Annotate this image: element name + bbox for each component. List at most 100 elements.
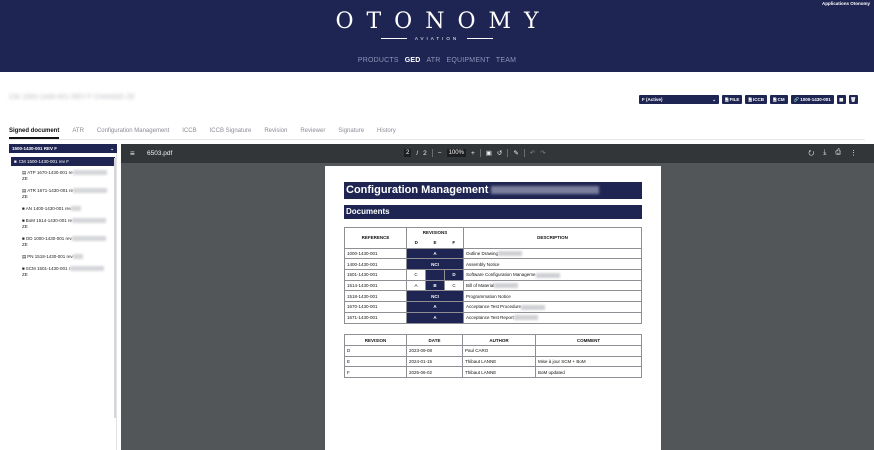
tab-history[interactable]: History	[377, 128, 396, 139]
divider	[507, 149, 509, 157]
redacted-text	[72, 218, 106, 224]
zoom-in-icon[interactable]: +	[471, 150, 475, 157]
col-author: AUTHOR	[462, 334, 536, 346]
redacted-text	[72, 188, 107, 194]
trash-icon: 🗑	[850, 96, 857, 102]
tree-item[interactable]: ■AN 1400-1430-001 rev	[22, 206, 116, 214]
table-row: 1000-1430-001 A Outline Drawing	[344, 247, 642, 260]
linked-reference-button[interactable]: 🔗 1000-1430-001	[790, 95, 834, 104]
menu-icon[interactable]: ≡	[130, 149, 135, 158]
revision-status-select[interactable]: F (Active) ⌄	[639, 95, 719, 104]
redacted-text	[72, 254, 83, 260]
nav-products[interactable]: PRODUCTS	[358, 57, 399, 64]
document-toolbar: F (Active) ⌄ 🗎 FILE 🗎 ICCB 🗎 CM 🔗 1000-1…	[639, 95, 858, 104]
iccb-button[interactable]: 🗎 ICCB	[745, 95, 767, 104]
pdf-page: Configuration Management Documents REFER…	[325, 166, 661, 450]
pdf-section-band: Documents	[344, 205, 642, 219]
document-tabs: Signed document ATR Configuration Manage…	[9, 128, 396, 139]
tab-atr[interactable]: ATR	[72, 128, 84, 139]
redacted-text	[520, 304, 545, 310]
logo-subtitle: AVIATION	[414, 36, 460, 41]
rev-letter: D	[406, 237, 426, 249]
print-icon[interactable]: ⎙	[835, 149, 841, 160]
status-value: F (Active)	[642, 97, 663, 102]
brand-logo[interactable]: OTONOMY AVIATION	[0, 10, 874, 42]
tab-configuration-management[interactable]: Configuration Management	[97, 128, 169, 139]
file-icon: 🗎	[725, 96, 729, 102]
table-row: F 2025-06-02 Thibaut LANNE BoM updated	[344, 366, 642, 379]
table-row: 1514-1430-001 A B C Bill of Material	[344, 279, 642, 292]
share-icon[interactable]: ⭮	[808, 149, 814, 160]
delete-button[interactable]: 🗑	[848, 95, 858, 104]
zoom-out-icon[interactable]: −	[438, 150, 442, 157]
tree-item[interactable]: ▤PN 1518-1430-001 rev	[22, 254, 116, 262]
logo-rule-right	[467, 38, 494, 40]
page-title: CM 1500-1430-001 REV F CHANGE-ZE	[9, 94, 136, 101]
page-total: 2	[423, 149, 427, 157]
rotate-icon[interactable]: ↺	[497, 149, 502, 157]
nav-ged[interactable]: GED	[405, 57, 421, 64]
tree-item[interactable]: ■BoM 1514-1430-001 re ZE	[22, 218, 116, 232]
tree-item[interactable]: ▤ATP 1670-1430-001 re ZE	[22, 170, 116, 184]
document-tree: 1500-1430-001 REV F ⌄ ■ CM 1500-1430-001…	[9, 144, 117, 450]
tab-signed-document[interactable]: Signed document	[9, 128, 60, 139]
redacted-text	[535, 272, 560, 278]
table-row: E 2024-01-15 Thibaut LANNE Mise à jour S…	[344, 355, 642, 368]
download-icon[interactable]: ⤓	[823, 149, 826, 160]
file-icon: ▤	[22, 254, 27, 259]
more-options-icon[interactable]: ⋮	[850, 149, 857, 160]
folder-icon: ■	[22, 206, 25, 211]
redacted-text	[72, 170, 107, 176]
nav-team[interactable]: TEAM	[496, 57, 516, 64]
col-description: DESCRIPTION	[463, 227, 642, 249]
fit-page-icon[interactable]: ▣	[486, 149, 492, 157]
page-number-input[interactable]: 2	[404, 149, 412, 157]
grid-icon: ▦	[839, 96, 844, 102]
pdf-filename: 6503.pdf	[147, 150, 173, 157]
file-icon: 🗎	[748, 96, 752, 102]
tabs-divider	[9, 139, 865, 140]
table-row: 1671-1430-001 A Acceptance Test Report	[344, 311, 642, 324]
table-row: 1670-1430-001 A Acceptance Test Procedur…	[344, 301, 642, 313]
tree-root-select[interactable]: 1500-1430-001 REV F ⌄	[9, 144, 117, 153]
divider	[479, 149, 481, 157]
revisions-table: REFERENCE REVISIONS DESCRIPTION D E F 10…	[344, 227, 642, 324]
annotate-icon[interactable]: ✎	[513, 149, 518, 157]
col-revision: REVISION	[344, 334, 407, 346]
file-button[interactable]: 🗎 FILE	[722, 95, 743, 104]
undo-icon[interactable]: ↶	[530, 149, 535, 157]
page-separator: /	[416, 149, 419, 157]
pdf-title: Configuration Management	[346, 184, 489, 196]
redacted-text	[491, 186, 600, 195]
cm-button[interactable]: 🗎 CM	[770, 95, 788, 104]
tab-iccb[interactable]: ICCB	[182, 128, 196, 139]
redacted-text	[494, 283, 519, 289]
grid-view-button[interactable]: ▦	[836, 95, 846, 104]
table-row: 1518-1430-001 NCI Programmation Notice	[344, 290, 642, 303]
tab-reviewer[interactable]: Reviewer	[300, 128, 325, 139]
tab-signature[interactable]: Signature	[338, 128, 364, 139]
nav-atr[interactable]: ATR	[426, 57, 440, 64]
redo-icon[interactable]: ↷	[540, 149, 545, 157]
zoom-level-input[interactable]: 100%	[446, 149, 466, 157]
applications-link[interactable]: Applications Otonomy	[822, 1, 870, 6]
tree-item[interactable]: ▤ATR 1671-1430-001 re ZE	[22, 188, 116, 202]
divider	[523, 149, 525, 157]
redacted-text	[498, 251, 523, 257]
redacted-text	[71, 206, 82, 212]
history-table: REVISION DATE AUTHOR COMMENT D 2023-09-0…	[344, 334, 642, 379]
redacted-text	[513, 315, 538, 321]
tree-item[interactable]: ■OD 1000-1430-001 rev ZE	[22, 236, 116, 250]
table-row: 1400-1430-001 NCI Assembly Notice	[344, 258, 642, 271]
logo-wordmark: OTONOMY	[335, 9, 552, 34]
tree-item[interactable]: ■SCM 1501-1430-001 r ZE	[22, 266, 116, 280]
link-icon: 🔗	[793, 96, 800, 102]
rev-letter: F	[444, 237, 464, 249]
nav-equipment[interactable]: EQUIPMENT	[447, 57, 490, 64]
file-icon: 🗎	[773, 96, 777, 102]
col-comment: COMMENT	[535, 334, 642, 346]
tab-iccb-signature[interactable]: ICCB Signature	[210, 128, 252, 139]
tab-revision[interactable]: Revision	[264, 128, 287, 139]
tree-item-selected[interactable]: ■ CM 1500-1430-001 rev F	[11, 157, 115, 166]
col-revisions: REVISIONS	[406, 227, 464, 238]
